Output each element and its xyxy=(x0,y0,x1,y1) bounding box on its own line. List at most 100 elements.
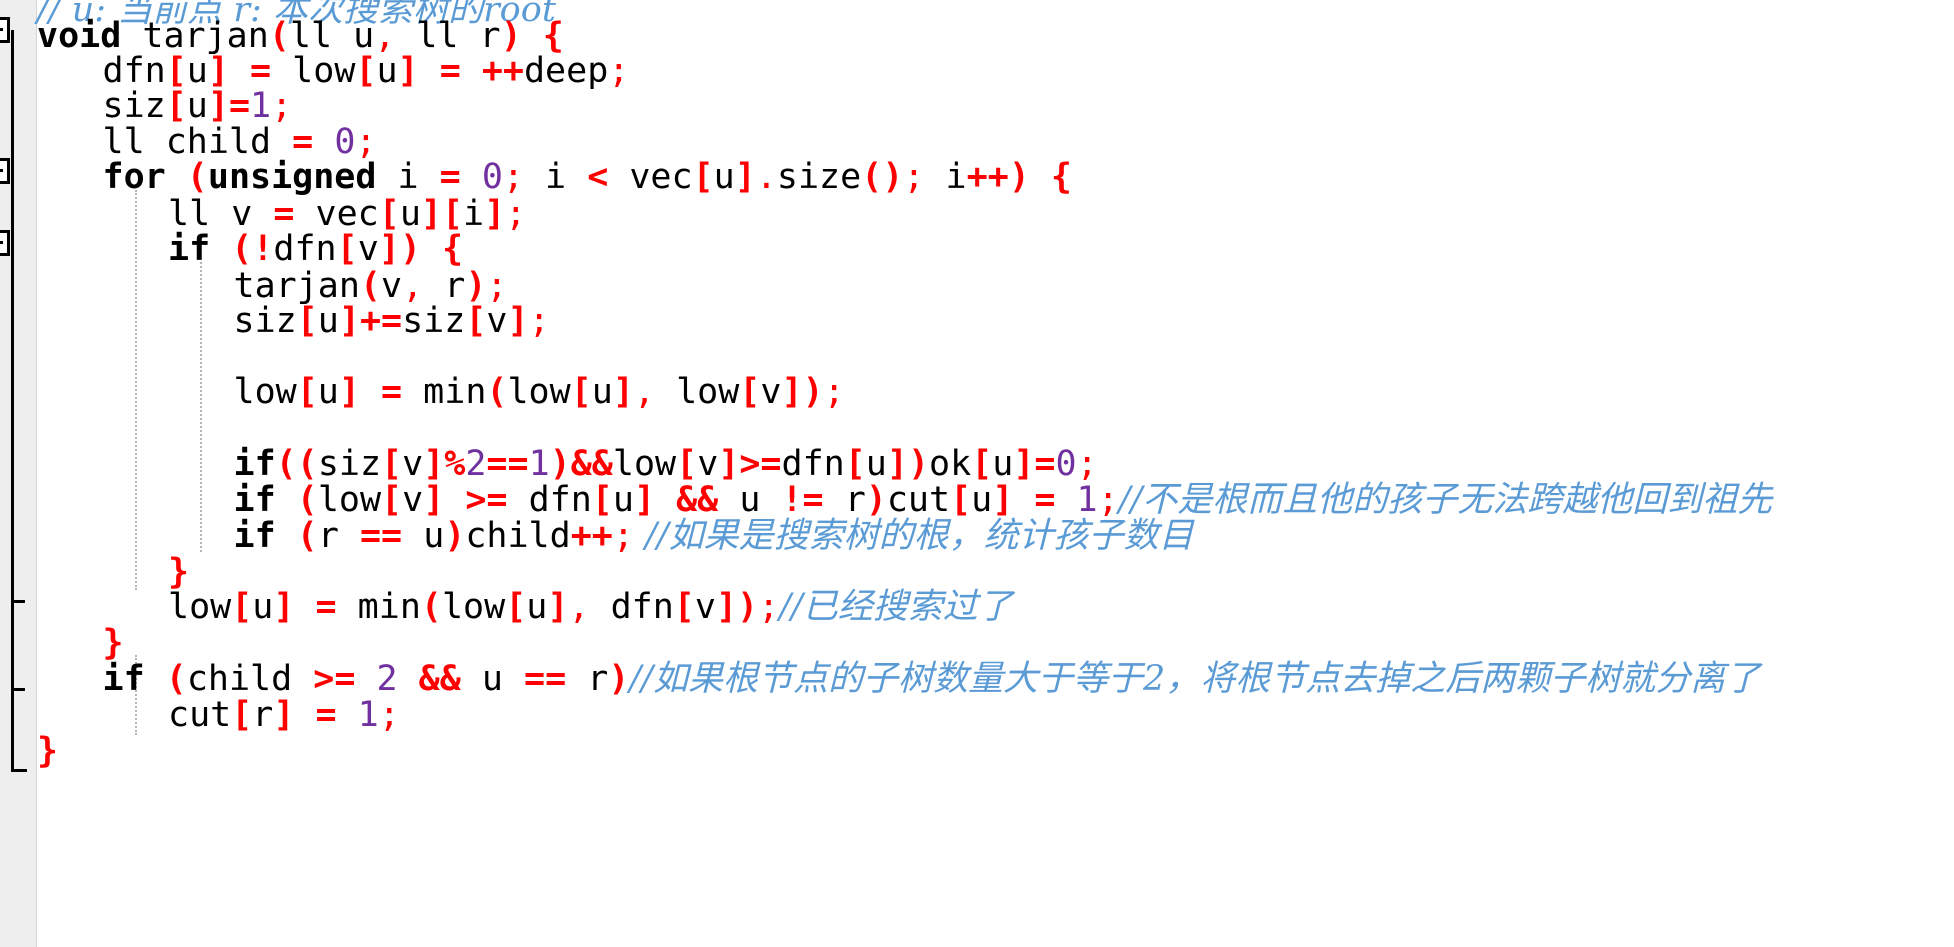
token-brk: ] xyxy=(397,51,419,91)
code-editor-window: // u: 当前点 r: 本次搜索树的root void tarjan(ll u,… xyxy=(0,0,1954,947)
token-cmt: //如果是搜索树的根，统计孩子数目 xyxy=(633,516,1194,556)
token-cmt: //已经搜索过了 xyxy=(779,587,1013,627)
token-pun: ; xyxy=(608,51,630,91)
token-id: u xyxy=(526,587,548,627)
token-id: u xyxy=(423,516,445,556)
token-op: = ++ xyxy=(418,51,524,91)
token-brk: ) xyxy=(608,659,630,699)
token-id: size xyxy=(776,157,862,197)
token-pun: , xyxy=(568,587,590,627)
token-brk: ] xyxy=(507,301,529,341)
token-id: u xyxy=(591,372,613,412)
token-cmt: //如果根节点的子树数量大于等于2，将根节点去掉之后两颗子树就分离了 xyxy=(629,659,1761,699)
token-id: child xyxy=(465,516,571,556)
fold-tick-upper[interactable] xyxy=(11,600,25,603)
token-id: low xyxy=(655,372,740,412)
token-id: cut xyxy=(168,695,232,735)
token-pun: ; xyxy=(612,516,634,556)
token-pun: ; xyxy=(378,695,400,735)
token-pun: , xyxy=(633,372,655,412)
token-op: = xyxy=(294,587,358,627)
token-op: && xyxy=(397,659,482,699)
token-brk: [ xyxy=(739,372,761,412)
token-num: 1 xyxy=(357,695,379,735)
token-id: u xyxy=(317,301,339,341)
token-op: = xyxy=(359,372,424,412)
token-brk: [ xyxy=(296,372,318,412)
token-brk: ] xyxy=(273,587,295,627)
token-pun: ; xyxy=(823,372,845,412)
token-op: == xyxy=(524,659,588,699)
token-id: low xyxy=(507,372,571,412)
token-brk: [ xyxy=(673,587,695,627)
fold-spine xyxy=(11,30,14,772)
token-id: r xyxy=(317,516,360,556)
token-pun: ; xyxy=(903,157,925,197)
token-id: u xyxy=(317,372,339,412)
token-brk: ] xyxy=(734,157,756,197)
token-op: += xyxy=(359,301,403,341)
token-brk: } xyxy=(37,731,59,771)
token-brk: ] xyxy=(338,301,360,341)
token-id: vec xyxy=(629,157,693,197)
token-id: i xyxy=(463,194,485,234)
token-brk: [ xyxy=(231,695,253,735)
token-pun: ; xyxy=(505,194,527,234)
fold-collapse-marker-for-loop[interactable] xyxy=(0,158,10,184)
token-brk: [ xyxy=(296,301,318,341)
token-id: low xyxy=(233,372,297,412)
token-brk: [ xyxy=(355,51,377,91)
token-id: u xyxy=(713,157,735,197)
token-brk: ]) xyxy=(715,587,759,627)
token-brk: ( xyxy=(275,516,318,556)
token-id: r xyxy=(252,695,274,735)
token-brk: ) xyxy=(1008,157,1030,197)
token-id: min xyxy=(357,587,421,627)
token-id: min xyxy=(423,372,487,412)
token-id: low xyxy=(292,51,356,91)
code-line[interactable]: low[u] = min(low[u], dfn[v]);//已经搜索过了 xyxy=(37,583,1013,632)
token-brk: ]) xyxy=(781,372,824,412)
token-brk: [ xyxy=(505,587,527,627)
fold-collapse-marker-function[interactable] xyxy=(0,17,10,43)
token-id: v xyxy=(694,587,716,627)
token-brk: ( xyxy=(486,372,508,412)
code-content-area[interactable]: // u: 当前点 r: 本次搜索树的root void tarjan(ll u,… xyxy=(37,0,1954,947)
token-brk: [ xyxy=(570,372,592,412)
token-op: == xyxy=(359,516,424,556)
token-id: low xyxy=(441,587,506,627)
token-brk: ] xyxy=(547,587,569,627)
token-id: u xyxy=(481,659,524,699)
code-line[interactable]: } xyxy=(37,727,58,776)
fold-collapse-marker-if-block[interactable] xyxy=(0,230,10,256)
editor-gutter[interactable] xyxy=(0,0,37,947)
token-brk: ] xyxy=(273,695,295,735)
token-id: low xyxy=(168,587,232,627)
token-id: deep xyxy=(523,51,609,91)
token-id: siz xyxy=(233,301,297,341)
token-brk: ( xyxy=(420,587,442,627)
token-id: i xyxy=(523,157,588,197)
token-pun: ; xyxy=(528,301,550,341)
token-brk: ] xyxy=(612,372,634,412)
token-brk: ) xyxy=(444,516,466,556)
token-id: dfn xyxy=(589,587,674,627)
code-line[interactable]: cut[r] = 1; xyxy=(37,691,400,740)
token-pun: . xyxy=(755,157,777,197)
fold-end-marker[interactable] xyxy=(11,769,27,772)
token-pun: ; xyxy=(758,587,780,627)
token-op: ++ xyxy=(570,516,613,556)
token-op: < xyxy=(587,157,630,197)
token-brk: ] xyxy=(484,194,506,234)
token-id: v xyxy=(760,372,782,412)
token-brk: () xyxy=(861,157,904,197)
token-kw: if xyxy=(233,516,276,556)
token-brk: [ xyxy=(465,301,487,341)
code-line[interactable]: if (r == u)child++; //如果是搜索树的根，统计孩子数目 xyxy=(37,512,1194,561)
token-id: r xyxy=(587,659,609,699)
token-brk: ] xyxy=(338,372,360,412)
fold-tick-lower[interactable] xyxy=(11,688,25,691)
token-id: v xyxy=(486,301,508,341)
token-id: u xyxy=(376,51,398,91)
token-id: siz xyxy=(402,301,466,341)
